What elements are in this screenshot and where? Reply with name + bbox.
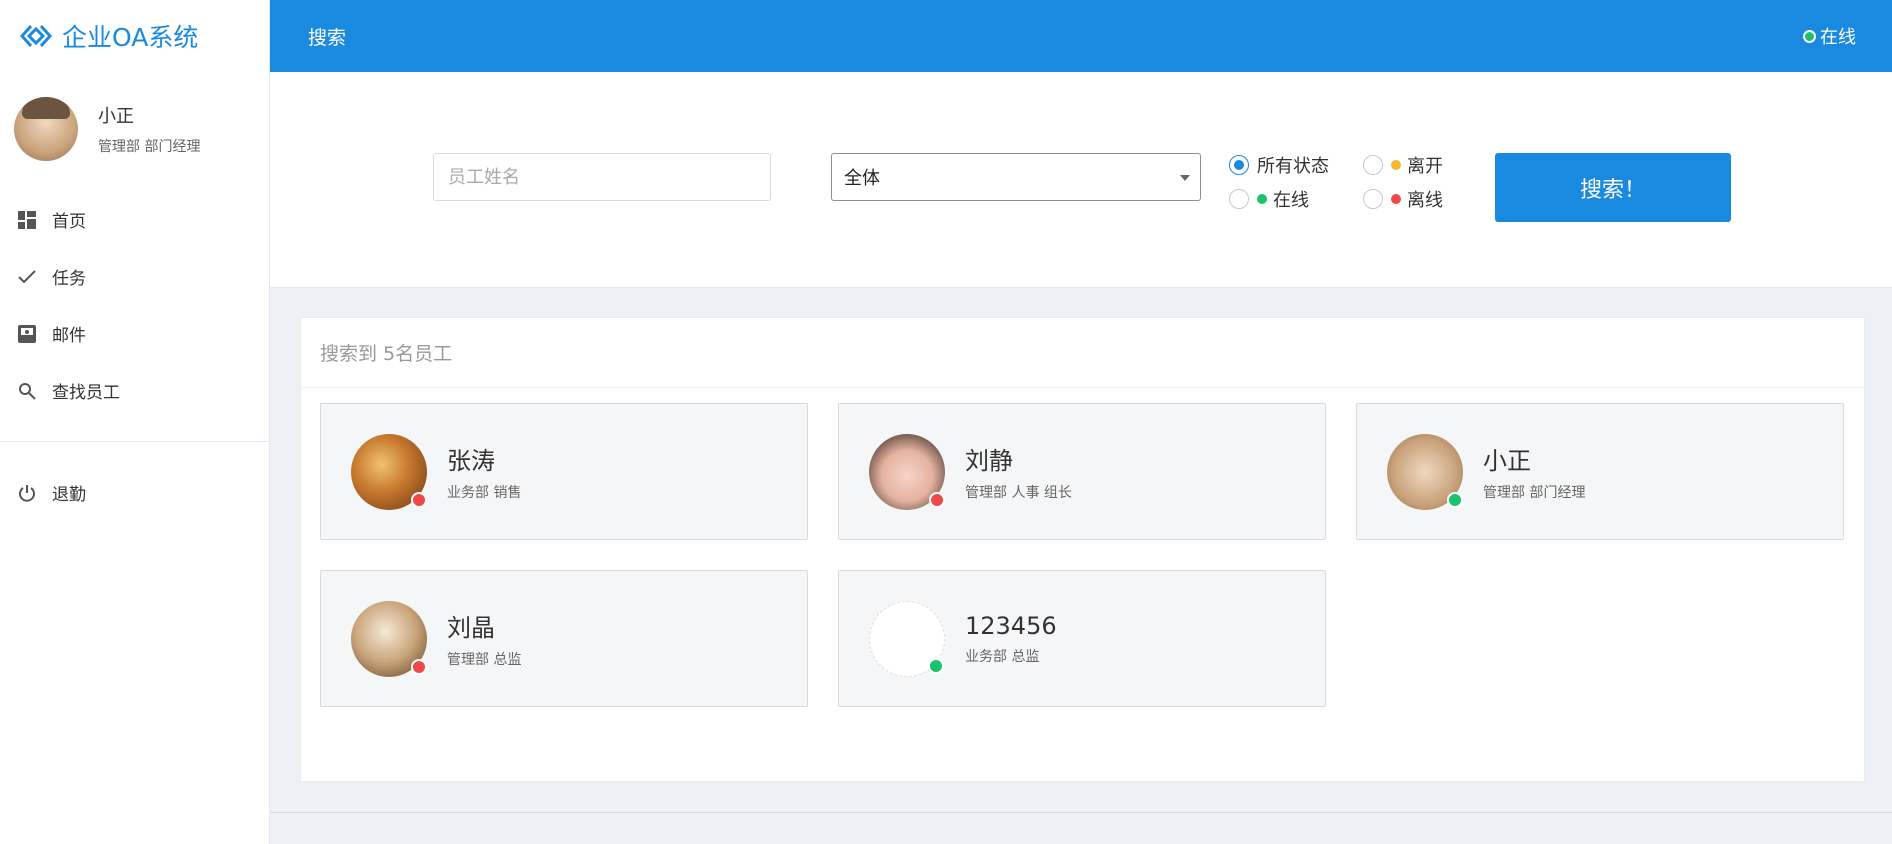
sidebar-nav-secondary: 退勤: [0, 464, 269, 521]
caret-down-icon: [1180, 175, 1190, 181]
employee-card[interactable]: 刘晶 管理部 总监: [320, 570, 808, 707]
user-profile: 小正 管理部 部门经理: [0, 72, 269, 181]
app-title: 企业OA系统: [62, 23, 199, 52]
online-status-badge: [928, 657, 944, 674]
radio-circle[interactable]: [1363, 189, 1383, 209]
employee-name-input[interactable]: [433, 153, 771, 201]
employee-avatar: [1387, 433, 1463, 510]
employee-name: 刘晶: [447, 614, 495, 642]
sidebar-item-label: 首页: [52, 212, 86, 232]
radio-label: 在线: [1273, 190, 1309, 211]
brand[interactable]: 企业OA系统: [0, 0, 269, 72]
radio-circle[interactable]: [1229, 155, 1249, 175]
employee-name: 刘静: [965, 447, 1013, 475]
sidebar-item-label: 邮件: [52, 326, 86, 346]
offline-status-badge: [411, 491, 427, 508]
status-radio-offline[interactable]: 离线: [1363, 186, 1443, 212]
sidebar-nav: 首页 任务 邮件 查找员工: [0, 181, 269, 419]
power-icon: [19, 484, 35, 502]
radio-label: 离线: [1407, 190, 1443, 211]
sidebar-item-find-employee[interactable]: 查找员工: [0, 362, 269, 419]
top-header: 搜索 在线: [270, 0, 1892, 72]
divider: [0, 441, 269, 442]
employee-name: 123456: [965, 611, 1057, 640]
radio-label: 所有状态: [1257, 156, 1329, 177]
department-select[interactable]: 全体: [831, 153, 1201, 201]
status-radio-online[interactable]: 在线: [1229, 186, 1309, 212]
app-root: 企业OA系统 小正 管理部 部门经理 首页 任务 邮件 查找员工 退勤 搜索 在…: [0, 0, 1892, 844]
search-icon: [19, 382, 36, 400]
radio-circle[interactable]: [1363, 155, 1383, 175]
employee-avatar: [351, 600, 427, 677]
sidebar-item-tasks[interactable]: 任务: [0, 248, 269, 305]
dashboard-icon: [18, 210, 36, 229]
offline-dot-icon: [1391, 194, 1401, 204]
offline-status-badge: [929, 491, 945, 508]
status-radio-all[interactable]: 所有状态: [1229, 152, 1329, 178]
department-select-value: 全体: [844, 168, 880, 189]
offline-status-badge: [411, 658, 427, 675]
sidebar-item-home[interactable]: 首页: [0, 191, 269, 248]
employee-card[interactable]: 小正 管理部 部门经理: [1356, 403, 1844, 540]
radio-label: 离开: [1407, 156, 1443, 177]
sidebar: 企业OA系统 小正 管理部 部门经理 首页 任务 邮件 查找员工 退勤: [0, 0, 270, 844]
radio-circle[interactable]: [1229, 189, 1249, 209]
employee-dept: 业务部 销售: [447, 485, 522, 501]
avatar: [14, 97, 78, 161]
broken-image-icon: [869, 600, 945, 677]
employee-dept: 管理部 部门经理: [1483, 485, 1586, 501]
employee-dept: 管理部 人事 组长: [965, 485, 1072, 501]
inbox-icon: [18, 324, 36, 343]
search-button[interactable]: 搜索！: [1495, 153, 1731, 222]
sidebar-item-label: 查找员工: [52, 383, 120, 403]
sidebar-item-label: 任务: [52, 269, 86, 289]
user-name: 小正: [98, 106, 134, 127]
employee-dept: 管理部 总监: [447, 652, 522, 668]
page-title: 搜索: [308, 26, 347, 49]
sidebar-item-mail[interactable]: 邮件: [0, 305, 269, 362]
employee-dept: 业务部 总监: [965, 648, 1040, 665]
sidebar-item-label: 退勤: [52, 485, 86, 505]
search-panel: 全体 所有状态 离开 在线 离线 搜索！: [270, 72, 1892, 288]
results-count: 搜索到 5名员工: [301, 318, 1864, 388]
employee-card[interactable]: 刘静 管理部 人事 组长: [838, 403, 1326, 540]
footer-divider: [270, 812, 1892, 813]
employee-card[interactable]: 张涛 业务部 销售: [320, 403, 808, 540]
results-panel: 搜索到 5名员工 张涛 业务部 销售 刘静 管理部 人事 组长 小正 管理部 部…: [300, 317, 1865, 782]
sidebar-item-logout[interactable]: 退勤: [0, 464, 269, 521]
logo-icon: [20, 24, 52, 48]
employee-name: 小正: [1483, 447, 1531, 475]
employee-name: 张涛: [447, 447, 495, 475]
online-status[interactable]: 在线: [1803, 23, 1856, 49]
employee-card[interactable]: 123456 业务部 总监: [838, 570, 1326, 707]
check-icon: [18, 269, 36, 283]
online-dot-icon: [1803, 29, 1816, 43]
status-radio-away[interactable]: 离开: [1363, 152, 1443, 178]
user-role: 管理部 部门经理: [98, 139, 201, 155]
online-status-badge: [1447, 491, 1463, 508]
online-dot-icon: [1257, 194, 1267, 204]
away-dot-icon: [1391, 160, 1401, 170]
employee-avatar: [351, 433, 427, 510]
employee-avatar: [869, 433, 945, 510]
status-filter: 所有状态 离开 在线 离线: [1229, 152, 1469, 211]
online-status-label: 在线: [1820, 27, 1856, 48]
